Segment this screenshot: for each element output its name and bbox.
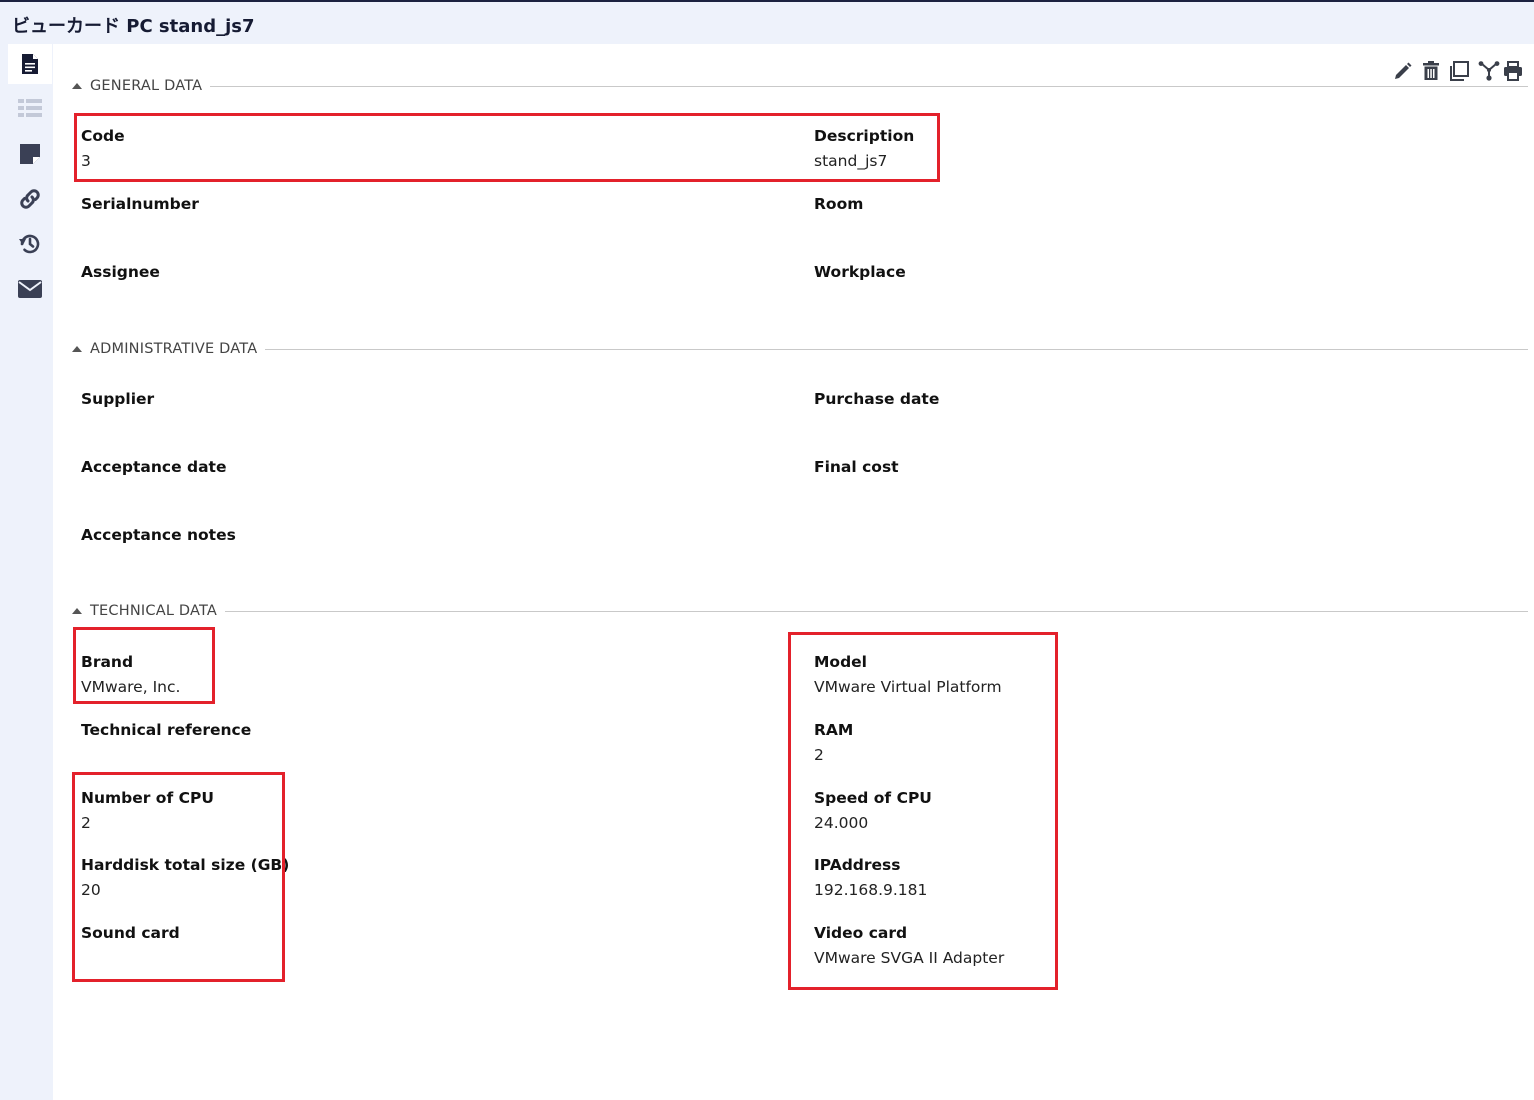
window-title: ビューカード PC stand_js7 [12, 16, 255, 37]
field-label: Technical reference [81, 721, 252, 739]
title-bar: ビューカード PC stand_js7 [0, 0, 1534, 44]
section-general-header[interactable]: GENERAL DATA [72, 76, 1528, 96]
collapse-caret-icon [72, 608, 82, 614]
field-final-cost: Final cost [814, 457, 899, 482]
tab-details[interactable] [8, 88, 52, 128]
note-icon [20, 144, 40, 164]
field-acceptance-date: Acceptance date [81, 457, 226, 482]
field-label: Supplier [81, 390, 155, 408]
field-label: Final cost [814, 458, 899, 476]
field-label: Serialnumber [81, 195, 199, 213]
field-label: Acceptance notes [81, 526, 236, 544]
field-purchase-date: Purchase date [814, 389, 939, 414]
section-administrative-header[interactable]: ADMINISTRATIVE DATA [72, 339, 1528, 359]
field-label: Assignee [81, 263, 160, 281]
tab-relations[interactable] [8, 179, 52, 219]
link-icon [20, 189, 40, 209]
section-divider [225, 610, 1528, 612]
field-label: Room [814, 195, 864, 213]
section-divider [265, 348, 1528, 350]
field-acceptance-notes: Acceptance notes [81, 525, 236, 550]
highlight-box-code-description [74, 113, 940, 182]
history-icon [19, 234, 40, 254]
field-assignee: Assignee [81, 262, 160, 287]
highlight-box-cpu-hdd-sound [72, 772, 285, 982]
field-serialnumber: Serialnumber [81, 194, 199, 219]
section-administrative-title: ADMINISTRATIVE DATA [90, 341, 258, 357]
field-supplier: Supplier [81, 389, 154, 414]
section-general-title: GENERAL DATA [90, 78, 203, 94]
sidebar [0, 44, 53, 1100]
email-icon [18, 280, 42, 298]
tab-card[interactable] [8, 44, 52, 84]
section-technical-title: TECHNICAL DATA [90, 603, 218, 619]
section-technical-header[interactable]: TECHNICAL DATA [72, 601, 1528, 621]
document-icon [22, 54, 38, 74]
field-workplace: Workplace [814, 262, 906, 287]
field-label: Workplace [814, 263, 906, 281]
field-label: Purchase date [814, 390, 940, 408]
tab-notes[interactable] [8, 134, 52, 174]
collapse-caret-icon [72, 83, 82, 89]
collapse-caret-icon [72, 346, 82, 352]
section-divider [210, 85, 1528, 87]
field-technical-reference: Technical reference [81, 720, 251, 745]
field-room: Room [814, 194, 863, 219]
field-label: Acceptance date [81, 458, 227, 476]
highlight-box-brand [73, 627, 215, 704]
highlight-box-model-column [788, 632, 1058, 990]
list-icon [18, 99, 42, 117]
tab-history[interactable] [8, 224, 52, 264]
tab-email[interactable] [8, 269, 52, 309]
